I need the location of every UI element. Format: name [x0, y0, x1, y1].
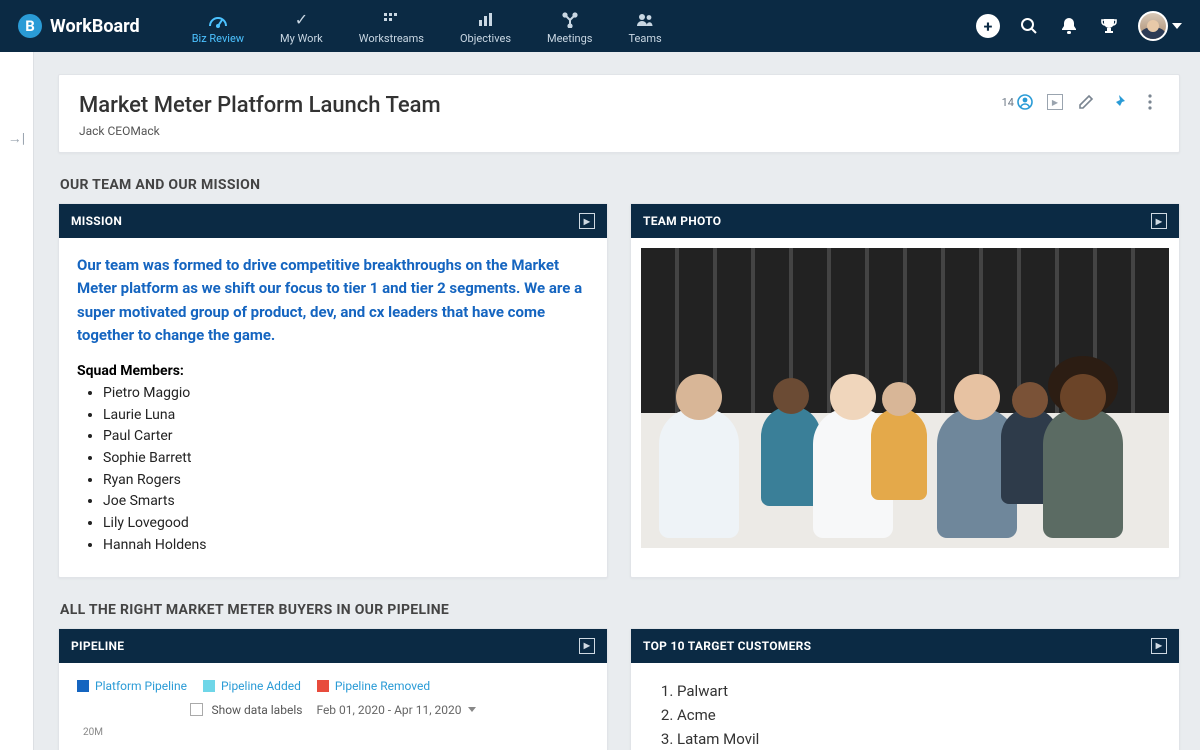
nav-label: Meetings: [547, 32, 592, 45]
nav-label: Biz Review: [192, 32, 244, 45]
chevron-down-icon: [468, 707, 476, 712]
show-data-labels-text: Show data labels: [211, 703, 302, 717]
gauge-icon: [208, 10, 228, 30]
nav-teams[interactable]: Teams: [610, 6, 679, 47]
show-data-labels-toggle[interactable]: Show data labels: [190, 703, 302, 717]
expand-icon[interactable]: ▶: [1151, 638, 1167, 654]
swatch-icon: [77, 680, 89, 692]
top10-card: TOP 10 TARGET CUSTOMERS ▶ Palwart Acme L…: [630, 628, 1180, 750]
list-item: Latam Movil: [677, 727, 1161, 750]
top10-list: Palwart Acme Latam Movil Boxtop: [649, 679, 1161, 750]
list-item: Hannah Holdens: [103, 535, 589, 557]
kebab-menu-icon[interactable]: [1141, 93, 1159, 111]
chart-ytick: 20M: [77, 727, 589, 738]
date-range-text: Feb 01, 2020 - Apr 11, 2020: [316, 703, 461, 717]
top-actions: +: [976, 11, 1182, 41]
checkbox-icon: [190, 703, 203, 716]
team-photo-card-head: TEAM PHOTO ▶: [631, 204, 1179, 238]
pipeline-card: PIPELINE ▶ Platform Pipeline Pipeline Ad…: [58, 628, 608, 750]
member-count-number: 14: [1002, 96, 1014, 109]
expand-icon[interactable]: ▶: [579, 638, 595, 654]
team-photo-image: [641, 248, 1169, 548]
swatch-icon: [203, 680, 215, 692]
legend-label: Pipeline Added: [221, 679, 301, 693]
page-owner: Jack CEOMack: [79, 124, 441, 138]
list-item: Paul Carter: [103, 426, 589, 448]
top10-card-title: TOP 10 TARGET CUSTOMERS: [643, 639, 811, 653]
list-item: Acme: [677, 703, 1161, 727]
nav-my-work[interactable]: ✓ My Work: [262, 6, 341, 47]
legend-item-platform[interactable]: Platform Pipeline: [77, 679, 187, 693]
nav-meetings[interactable]: Meetings: [529, 6, 610, 47]
profile-menu[interactable]: [1138, 11, 1182, 41]
mission-card-title: MISSION: [71, 214, 122, 228]
date-range-picker[interactable]: Feb 01, 2020 - Apr 11, 2020: [316, 703, 475, 717]
list-item: Lily Lovegood: [103, 513, 589, 535]
list-item: Pietro Maggio: [103, 383, 589, 405]
nav-objectives[interactable]: Objectives: [442, 6, 529, 47]
pipeline-card-title: PIPELINE: [71, 639, 124, 653]
left-rail: →|: [0, 52, 34, 750]
mission-text: Our team was formed to drive competitive…: [77, 254, 589, 347]
brand[interactable]: B WorkBoard: [18, 14, 140, 38]
mission-card: MISSION ▶ Our team was formed to drive c…: [58, 203, 608, 578]
brand-logo-icon: B: [18, 14, 42, 38]
pin-icon[interactable]: [1109, 93, 1127, 111]
brand-name: WorkBoard: [50, 16, 140, 37]
play-icon[interactable]: ▶: [1047, 94, 1063, 110]
page-title: Market Meter Platform Launch Team: [79, 93, 441, 118]
bell-icon[interactable]: [1058, 15, 1080, 37]
legend-item-removed[interactable]: Pipeline Removed: [317, 679, 430, 693]
section-team-mission-title: OUR TEAM AND OUR MISSION: [60, 177, 1178, 193]
member-count[interactable]: 14: [1002, 94, 1033, 110]
bars-icon: [477, 10, 493, 30]
list-item: Palwart: [677, 679, 1161, 703]
avatar: [1138, 11, 1168, 41]
legend-label: Platform Pipeline: [95, 679, 187, 693]
mission-card-head: MISSION ▶: [59, 204, 607, 238]
add-button[interactable]: +: [976, 14, 1000, 38]
page-header-actions: 14 ▶: [1002, 93, 1159, 111]
nav-label: Objectives: [460, 32, 511, 45]
page-header-card: Market Meter Platform Launch Team Jack C…: [58, 74, 1180, 153]
nav-label: My Work: [280, 32, 323, 45]
section-pipeline-title: ALL THE RIGHT MARKET METER BUYERS IN OUR…: [60, 602, 1178, 618]
nav-workstreams[interactable]: Workstreams: [341, 6, 442, 47]
squad-list: Pietro Maggio Laurie Luna Paul Carter So…: [77, 383, 589, 557]
list-item: Laurie Luna: [103, 405, 589, 427]
expand-icon[interactable]: ▶: [579, 213, 595, 229]
pipeline-card-head: PIPELINE ▶: [59, 629, 607, 663]
grid-icon: [383, 10, 399, 30]
squad-label: Squad Members:: [77, 363, 589, 379]
swatch-icon: [317, 680, 329, 692]
expand-icon[interactable]: ▶: [1151, 213, 1167, 229]
page-body: Market Meter Platform Launch Team Jack C…: [34, 52, 1200, 750]
pipeline-legend: Platform Pipeline Pipeline Added Pipelin…: [77, 679, 589, 693]
user-circle-icon: [1017, 94, 1033, 110]
nav-tabs: Biz Review ✓ My Work Workstreams Objecti…: [174, 6, 680, 47]
list-item: Joe Smarts: [103, 491, 589, 513]
legend-label: Pipeline Removed: [335, 679, 430, 693]
nav-biz-review[interactable]: Biz Review: [174, 6, 262, 47]
chevron-down-icon: [1172, 23, 1182, 29]
team-photo-card: TEAM PHOTO ▶: [630, 203, 1180, 578]
trophy-icon[interactable]: [1098, 15, 1120, 37]
team-photo-card-title: TEAM PHOTO: [643, 214, 721, 228]
expand-sidebar-icon[interactable]: →|: [8, 130, 25, 147]
top-nav: B WorkBoard Biz Review ✓ My Work Workstr…: [0, 0, 1200, 52]
pipeline-controls: Show data labels Feb 01, 2020 - Apr 11, …: [77, 703, 589, 717]
list-item: Sophie Barrett: [103, 448, 589, 470]
top10-card-head: TOP 10 TARGET CUSTOMERS ▶: [631, 629, 1179, 663]
people-icon: [636, 10, 654, 30]
fork-icon: [562, 10, 578, 30]
nav-label: Workstreams: [359, 32, 424, 45]
edit-icon[interactable]: [1077, 93, 1095, 111]
list-item: Ryan Rogers: [103, 470, 589, 492]
nav-label: Teams: [628, 32, 661, 45]
check-icon: ✓: [295, 10, 308, 30]
legend-item-added[interactable]: Pipeline Added: [203, 679, 301, 693]
search-icon[interactable]: [1018, 15, 1040, 37]
